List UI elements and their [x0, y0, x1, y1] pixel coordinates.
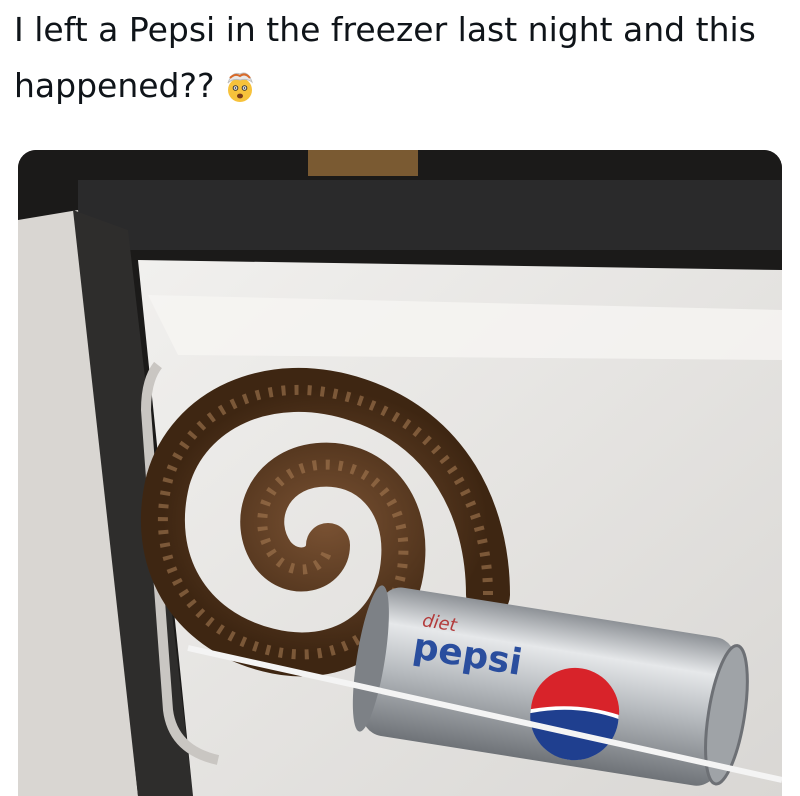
exploding-head-emoji-icon — [223, 64, 257, 120]
freezer-photo: diet pepsi — [18, 150, 782, 796]
caption-text: I left a Pepsi in the freezer last night… — [14, 10, 756, 105]
post-caption: I left a Pepsi in the freezer last night… — [14, 2, 784, 120]
freezer-scene: diet pepsi — [18, 150, 782, 796]
